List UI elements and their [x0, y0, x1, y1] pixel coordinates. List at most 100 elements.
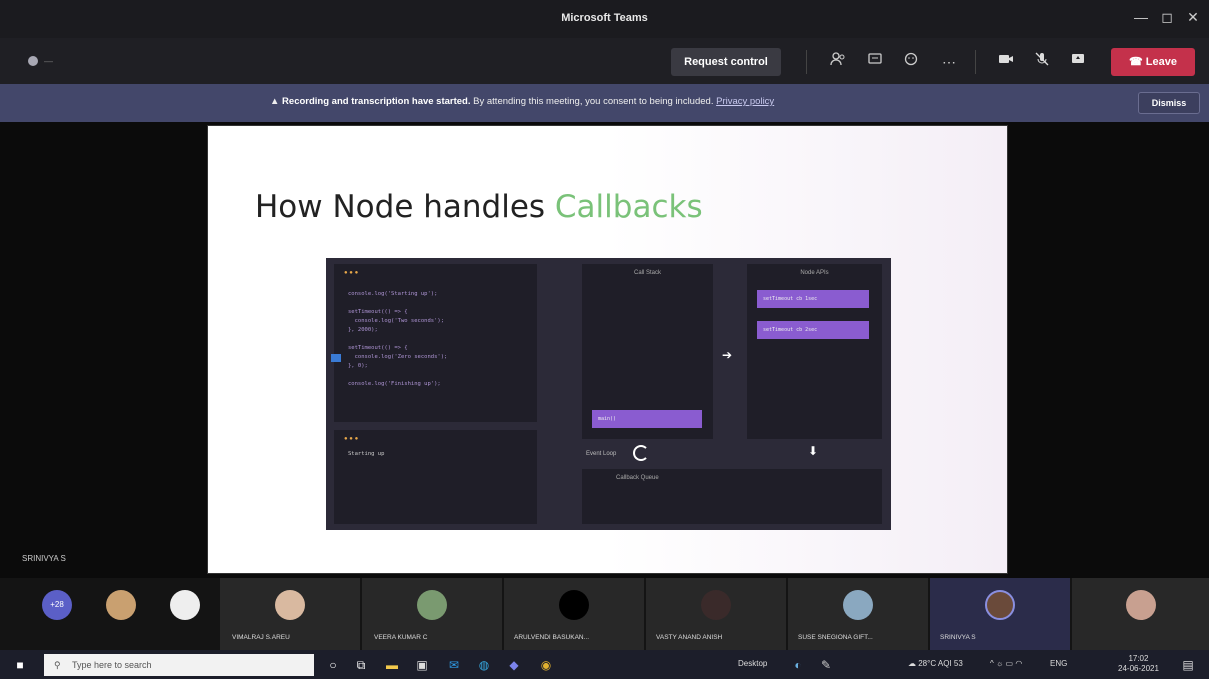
weather-widget[interactable]: ☁ 28°C AQI 53 — [908, 659, 963, 668]
request-control-button[interactable]: Request control — [671, 48, 781, 76]
more-actions-icon[interactable]: ⋯ — [937, 50, 961, 74]
title-bar: Microsoft Teams — ◻ ✕ — [0, 0, 1209, 38]
participant-group: +28 — [0, 578, 218, 650]
api-item: setTimeout cb 1sec — [757, 290, 869, 308]
participant-tile[interactable]: VEERA KUMAR C — [362, 578, 502, 650]
event-loop-diagram: ● ● ● console.log('Starting up'); setTim… — [326, 258, 891, 530]
participants-icon[interactable] — [826, 50, 850, 74]
edge-icon[interactable]: ◍ — [476, 657, 492, 673]
search-icon: ⚲ — [54, 660, 61, 670]
windows-taskbar: ■ ⚲ Type here to search ○ ⧉ ▬ ▣ ✉ ◍ ◆ ◉ … — [0, 650, 1209, 679]
overflow-count-avatar[interactable]: +28 — [42, 590, 72, 620]
event-loop-icon — [633, 445, 649, 461]
current-line-marker — [331, 354, 341, 362]
divider — [975, 50, 976, 74]
call-stack-label: Call Stack — [633, 270, 661, 276]
divider — [806, 50, 807, 74]
avatar[interactable] — [106, 590, 136, 620]
chat-icon[interactable] — [863, 50, 887, 74]
node-apis-pane: Node APIs setTimeout cb 1sec setTimeout … — [747, 264, 882, 439]
console-pane: ● ● ● Starting up — [334, 430, 537, 524]
language-indicator[interactable]: ENG — [1050, 659, 1067, 668]
participant-name: VIMALRAJ S.AREU — [232, 634, 290, 641]
warning-icon: ▲ — [270, 96, 283, 107]
tray-app-icon[interactable]: ◐ — [790, 657, 806, 673]
slide-title-main: How Node handles — [255, 189, 555, 225]
chrome-icon[interactable]: ◉ — [538, 657, 554, 673]
clock-time: 17:02 — [1128, 654, 1149, 663]
cloud-icon: ☁ — [908, 659, 919, 668]
leave-button[interactable]: ☎ Leave — [1111, 48, 1195, 76]
participant-name: ARULVENDI BASUKAN... — [514, 634, 590, 641]
privacy-policy-link[interactable]: Privacy policy — [716, 96, 774, 107]
dismiss-button[interactable]: Dismiss — [1138, 92, 1200, 114]
avatar — [701, 590, 731, 620]
participant-name: SRINIVYA S — [940, 634, 976, 641]
participant-tile[interactable]: SUSE SNEGIONA GIFT... — [788, 578, 928, 650]
leave-label: Leave — [1145, 56, 1177, 68]
camera-icon[interactable] — [994, 50, 1018, 74]
participant-tile[interactable]: ARULVENDI BASUKAN... — [504, 578, 644, 650]
microphone-icon[interactable] — [1030, 50, 1054, 74]
avatar[interactable] — [170, 590, 200, 620]
reactions-icon[interactable] — [899, 50, 923, 74]
participant-tile[interactable] — [1072, 578, 1209, 650]
minimize-button[interactable]: — — [1130, 9, 1152, 25]
avatar — [275, 590, 305, 620]
participant-tile[interactable]: VIMALRAJ S.AREU — [220, 578, 360, 650]
slide-title: How Node handles Callbacks — [255, 189, 703, 225]
recording-indicator-icon — [28, 56, 38, 66]
participant-name: SUSE SNEGIONA GIFT... — [798, 634, 873, 641]
presentation-slide: How Node handles Callbacks ● ● ● console… — [207, 125, 1008, 574]
api-item: setTimeout cb 2sec — [757, 321, 869, 339]
avatar — [559, 590, 589, 620]
participant-name: VASTY ANAND ANISH — [656, 634, 723, 641]
desktop-label[interactable]: Desktop — [738, 659, 767, 668]
windows-start-icon[interactable]: ■ — [12, 657, 28, 673]
clock-date: 24-06-2021 — [1118, 664, 1159, 673]
window-dots: ● ● ● — [344, 436, 359, 442]
weather-text: 28°C AQI 53 — [918, 659, 963, 668]
clock[interactable]: 17:02 24-06-2021 — [1118, 654, 1159, 674]
presenter-name: SRINIVYA S — [22, 554, 66, 563]
console-output: Starting up — [348, 451, 385, 457]
callback-queue-pane: Callback Queue — [582, 469, 882, 524]
close-button[interactable]: ✕ — [1182, 9, 1204, 26]
avatar — [417, 590, 447, 620]
pin-icon[interactable]: ✎ — [818, 657, 834, 673]
arrow-down-icon: ⬇ — [808, 444, 819, 458]
callback-queue-label: Callback Queue — [616, 475, 659, 481]
taskbar-search-box[interactable]: ⚲ Type here to search — [44, 654, 314, 676]
avatar — [1126, 590, 1156, 620]
code-text: console.log('Starting up'); setTimeout((… — [348, 291, 448, 387]
notifications-icon[interactable]: ▤ — [1180, 657, 1196, 673]
banner-text: By attending this meeting, you consent t… — [473, 96, 714, 107]
stack-frame: main() — [592, 410, 702, 428]
call-stack-pane: Call Stack main() — [582, 264, 713, 439]
tray-icons[interactable]: ^ ☼ ▭ ◠ — [990, 659, 1022, 668]
cortana-icon[interactable]: ○ — [325, 657, 341, 673]
participant-tile[interactable]: VASTY ANAND ANISH — [646, 578, 786, 650]
file-explorer-icon[interactable]: ▬ — [384, 657, 400, 673]
participant-tile-active[interactable]: SRINIVYA S — [930, 578, 1070, 650]
teams-icon[interactable]: ◆ — [506, 657, 522, 673]
mail-icon[interactable]: ✉ — [446, 657, 462, 673]
maximize-button[interactable]: ◻ — [1156, 9, 1178, 26]
banner-bold-text: Recording and transcription have started… — [282, 96, 471, 107]
meeting-timer: — — [44, 56, 53, 66]
node-apis-label: Node APIs — [800, 270, 829, 276]
task-view-icon[interactable]: ⧉ — [353, 657, 369, 673]
arrow-right-icon: ➔ — [722, 348, 733, 362]
share-screen-icon[interactable] — [1066, 50, 1090, 74]
avatar — [985, 590, 1015, 620]
participant-strip: +28 VIMALRAJ S.AREU VEERA KUMAR C ARULVE… — [0, 578, 1209, 650]
store-icon[interactable]: ▣ — [414, 657, 430, 673]
meeting-toolbar: — Request control ⋯ ☎ Leave — [0, 38, 1209, 84]
recording-banner: ▲ Recording and transcription have start… — [0, 84, 1209, 122]
slide-title-accent: Callbacks — [554, 189, 703, 225]
phone-hangup-icon: ☎ — [1129, 56, 1146, 68]
avatar — [843, 590, 873, 620]
search-placeholder: Type here to search — [72, 660, 152, 670]
window-title: Microsoft Teams — [561, 12, 648, 24]
participant-name: VEERA KUMAR C — [374, 634, 428, 641]
